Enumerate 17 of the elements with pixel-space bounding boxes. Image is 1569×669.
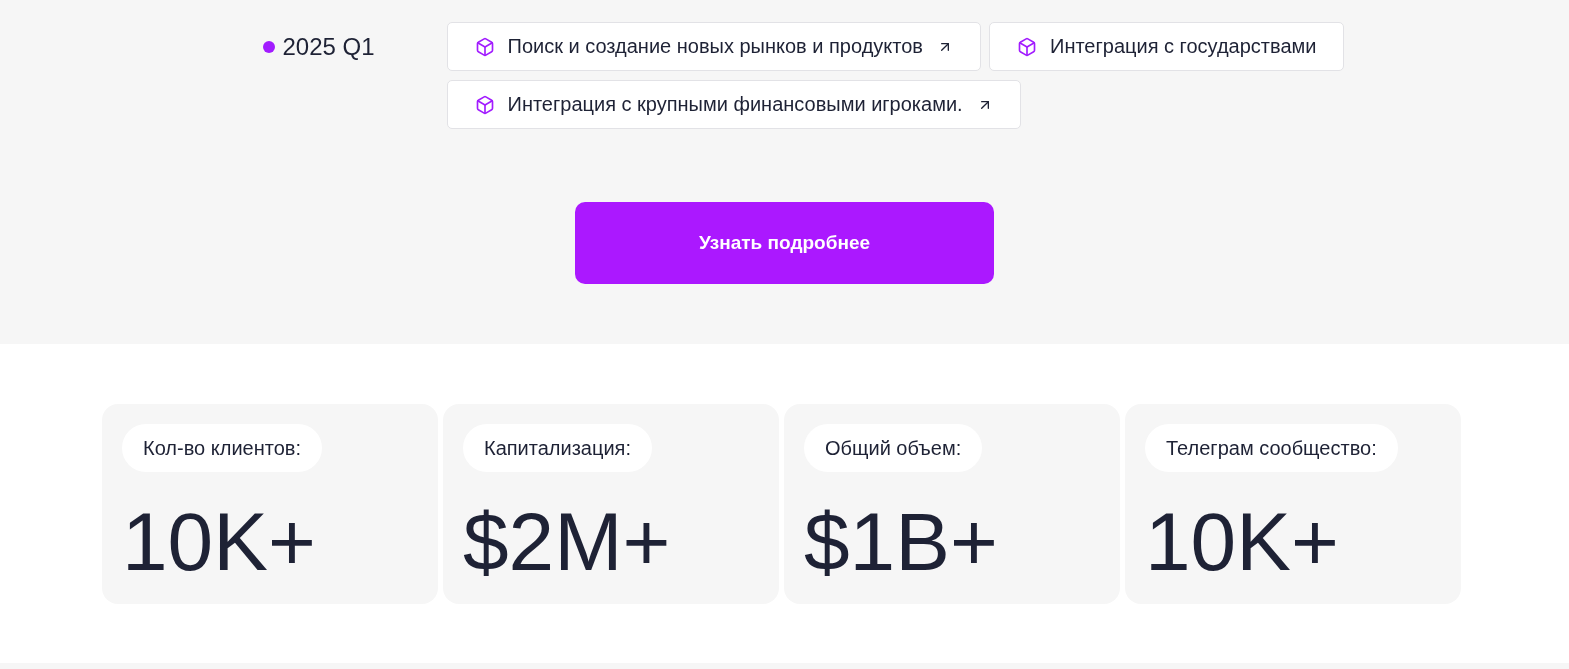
cube-icon xyxy=(1017,36,1037,57)
cube-icon xyxy=(474,94,495,115)
period-label: 2025 Q1 xyxy=(282,32,375,61)
stat-value: 10K+ xyxy=(122,497,316,587)
milestone-label: Интеграция с государствами xyxy=(1050,35,1317,58)
stat-value: $2M+ xyxy=(463,497,671,587)
stat-value: 10K+ xyxy=(1145,497,1339,587)
stat-label: Общий объем: xyxy=(804,424,983,472)
learn-more-button[interactable]: Узнать подробнее xyxy=(575,202,994,284)
timeline-dot-icon xyxy=(262,40,275,53)
stat-value: $1B+ xyxy=(804,497,998,587)
stat-label: Капитализация: xyxy=(463,424,652,472)
milestone-link[interactable]: Поиск и создание новых рынков и продуктов xyxy=(446,22,981,71)
stat-label: Кол-во клиентов: xyxy=(122,424,322,472)
cube-icon xyxy=(474,36,495,57)
milestone-link[interactable]: Интеграция с крупными финансовыми игроками. xyxy=(446,80,1021,129)
stat-label: Телеграм сообщество: xyxy=(1145,424,1398,472)
